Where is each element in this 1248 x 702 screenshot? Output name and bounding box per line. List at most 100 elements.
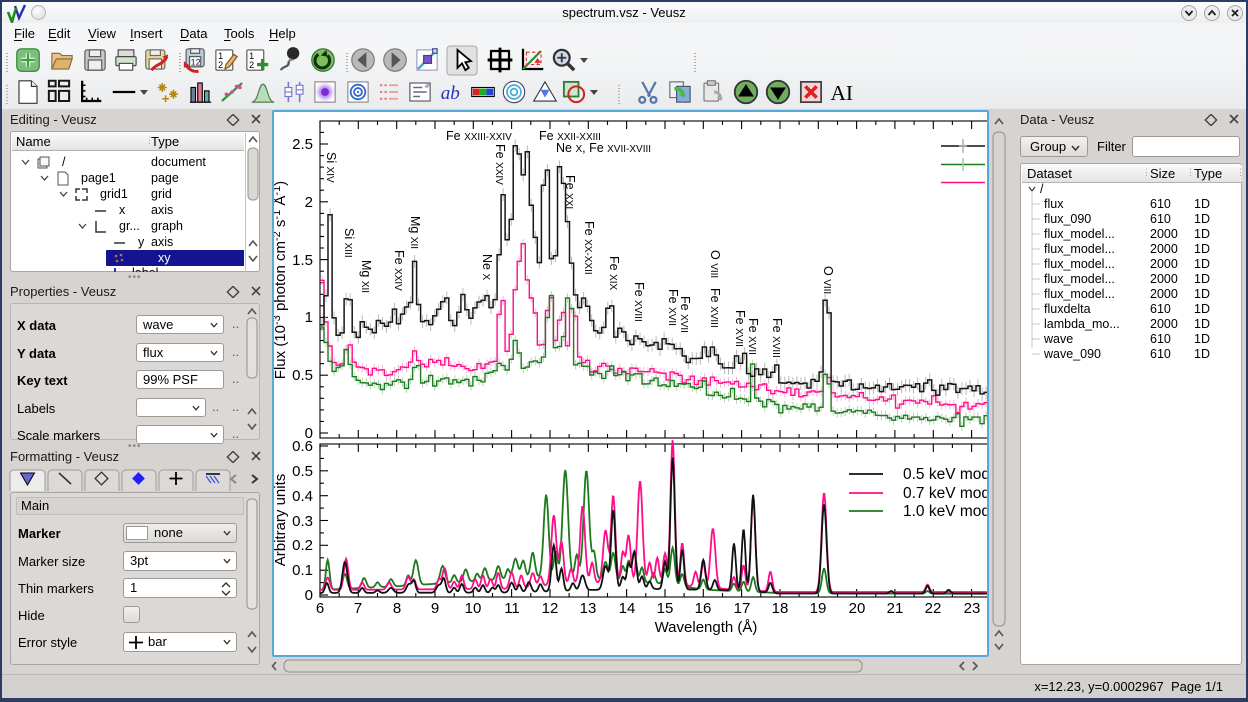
svg-text:/: / <box>62 155 66 169</box>
svg-text:wave_090: wave_090 <box>1043 347 1101 361</box>
svg-text:fluxdelta: fluxdelta <box>1044 302 1091 316</box>
svg-text:lambda_mo...: lambda_mo... <box>1044 317 1120 331</box>
svg-text:Fe XX-XXII: Fe XX-XXII <box>582 221 596 275</box>
svg-text:gr...: gr... <box>119 219 140 233</box>
svg-text:15: 15 <box>657 600 674 617</box>
svg-text:1D: 1D <box>1194 272 1210 286</box>
svg-text:wave: wave <box>1043 332 1073 346</box>
svg-text:19: 19 <box>810 600 827 617</box>
svg-text:12: 12 <box>191 58 201 68</box>
svg-text:ab: ab <box>441 83 460 104</box>
svg-text:O VIII: O VIII <box>821 266 835 294</box>
svg-text:9: 9 <box>431 600 439 617</box>
svg-text:axis: axis <box>151 203 173 217</box>
svg-text:2000: 2000 <box>1150 272 1178 286</box>
svg-text:11: 11 <box>504 600 520 617</box>
svg-text:Si XIV: Si XIV <box>324 152 338 183</box>
svg-text:2: 2 <box>249 60 254 70</box>
svg-text:2.5: 2.5 <box>292 136 313 153</box>
svg-text:page1: page1 <box>81 171 116 185</box>
svg-text:1D: 1D <box>1194 197 1210 211</box>
svg-text:page: page <box>151 171 179 185</box>
svg-text:610: 610 <box>1150 332 1171 346</box>
svg-text:610: 610 <box>1150 212 1171 226</box>
svg-text:14: 14 <box>619 600 636 617</box>
svg-text:22: 22 <box>925 600 942 617</box>
svg-text:Flux (10-3 photon cm-2 s-1 Å-1: Flux (10-3 photon cm-2 s-1 Å-1) <box>274 181 289 379</box>
svg-text:17: 17 <box>734 600 751 617</box>
svg-text:x: x <box>119 203 126 217</box>
svg-text:610: 610 <box>1150 302 1171 316</box>
svg-text:7: 7 <box>354 600 362 617</box>
svg-text:23: 23 <box>964 600 981 617</box>
svg-text:Mg XII: Mg XII <box>408 216 422 249</box>
svg-text:1.0 keV model: 1.0 keV model <box>903 503 987 520</box>
svg-text:0.7 keV model: 0.7 keV model <box>903 485 987 502</box>
svg-text:0.2: 0.2 <box>292 537 313 554</box>
svg-text:flux_model...: flux_model... <box>1044 227 1115 241</box>
svg-text:0.5: 0.5 <box>292 463 313 480</box>
svg-text:flux: flux <box>1044 197 1064 211</box>
svg-text:0.3: 0.3 <box>292 513 313 530</box>
svg-text:Fe XXIII-XXIV: Fe XXIII-XXIV <box>446 129 512 143</box>
svg-text:13: 13 <box>580 600 597 617</box>
svg-text:Wavelength (Å): Wavelength (Å) <box>655 619 758 636</box>
svg-text:Fe XVIII: Fe XVIII <box>770 318 784 358</box>
svg-text:0.4: 0.4 <box>292 488 313 505</box>
svg-text:flux_model...: flux_model... <box>1044 257 1115 271</box>
svg-text:16: 16 <box>695 600 712 617</box>
svg-text:flux_model...: flux_model... <box>1044 272 1115 286</box>
svg-text:1D: 1D <box>1194 287 1210 301</box>
svg-text:1D: 1D <box>1194 227 1210 241</box>
svg-text:Fe XVII: Fe XVII <box>733 310 747 347</box>
svg-text:0.6: 0.6 <box>292 438 313 455</box>
svg-text:Fe XVIII: Fe XVIII <box>632 282 646 322</box>
svg-text:Ne X, Fe XVII-XVIII: Ne X, Fe XVII-XVIII <box>556 141 651 155</box>
svg-text:0.1: 0.1 <box>292 562 313 579</box>
svg-text:0.5: 0.5 <box>292 367 313 384</box>
svg-text:Fe XXIV: Fe XXIV <box>392 250 406 291</box>
svg-text:2: 2 <box>305 194 313 211</box>
svg-text:8: 8 <box>393 600 401 617</box>
svg-text:grid: grid <box>151 187 172 201</box>
svg-text:0: 0 <box>305 587 313 604</box>
svg-text:20: 20 <box>849 600 866 617</box>
svg-text:Fe XIX: Fe XIX <box>607 256 621 291</box>
svg-text:AI: AI <box>831 81 854 105</box>
svg-text:1D: 1D <box>1194 317 1210 331</box>
svg-text:1D: 1D <box>1194 347 1210 361</box>
svg-text:2000: 2000 <box>1150 242 1178 256</box>
svg-text:Arbitrary units: Arbitrary units <box>274 474 289 567</box>
svg-text:Fe XVIII: Fe XVIII <box>708 288 722 328</box>
svg-text:axis: axis <box>151 235 173 249</box>
svg-text:Fe XXI: Fe XXI <box>563 175 577 209</box>
svg-text:O VIII: O VIII <box>708 250 722 278</box>
svg-text:Fe XVII: Fe XVII <box>746 318 760 355</box>
svg-text:Fe XVII: Fe XVII <box>678 296 692 333</box>
svg-text:y: y <box>138 235 145 249</box>
svg-text:2000: 2000 <box>1150 317 1178 331</box>
svg-text:graph: graph <box>151 219 183 233</box>
svg-text:Ne X: Ne X <box>480 254 494 280</box>
svg-text:12: 12 <box>542 600 559 617</box>
svg-text:6: 6 <box>316 600 324 617</box>
svg-text:1D: 1D <box>1194 332 1210 346</box>
svg-text:1.5: 1.5 <box>292 252 313 269</box>
svg-text:xy: xy <box>158 251 171 265</box>
svg-text:2000: 2000 <box>1150 257 1178 271</box>
svg-text:1D: 1D <box>1194 302 1210 316</box>
svg-text:flux_model...: flux_model... <box>1044 242 1115 256</box>
svg-text:610: 610 <box>1150 347 1171 361</box>
svg-text:21: 21 <box>887 600 904 617</box>
svg-text:610: 610 <box>1150 197 1171 211</box>
svg-text:grid1: grid1 <box>100 187 128 201</box>
svg-text:1D: 1D <box>1194 257 1210 271</box>
svg-text:flux_model...: flux_model... <box>1044 287 1115 301</box>
svg-text:/: / <box>1040 183 1044 196</box>
svg-text:Fe XVII: Fe XVII <box>666 289 680 326</box>
svg-text:10: 10 <box>465 600 482 617</box>
svg-text:1: 1 <box>305 309 313 326</box>
svg-text:2: 2 <box>218 60 223 70</box>
svg-text:flux_090: flux_090 <box>1044 212 1091 226</box>
svg-text:Mg XII: Mg XII <box>359 260 373 293</box>
